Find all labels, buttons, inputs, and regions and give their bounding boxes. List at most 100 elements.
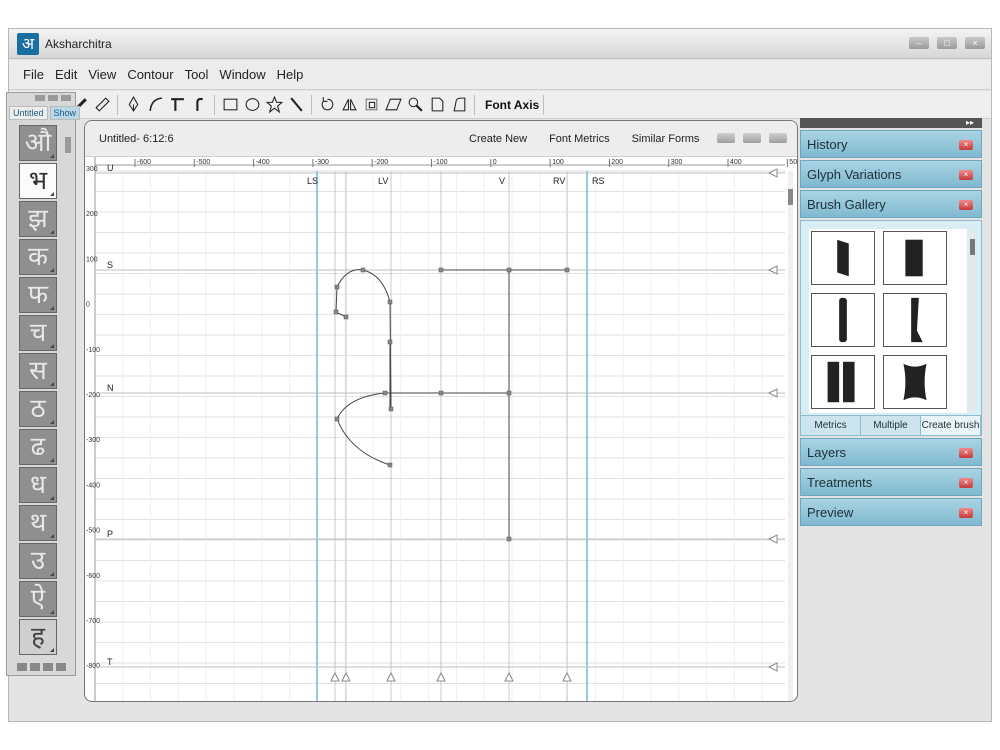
pen-nib-icon[interactable] (122, 94, 144, 116)
menu-window[interactable]: Window (219, 67, 265, 82)
line-icon[interactable] (285, 94, 307, 116)
rotate-icon[interactable] (316, 94, 338, 116)
guide-marker-icon[interactable] (767, 265, 778, 275)
tab-multiple[interactable]: Multiple (861, 416, 921, 435)
maximize-button[interactable]: □ (937, 37, 957, 49)
close-button[interactable]: × (965, 37, 985, 49)
guide-marker-icon[interactable] (767, 168, 778, 178)
glyph-variations-section[interactable]: Glyph Variations × (800, 160, 982, 188)
font-axis-button[interactable]: Font Axis (485, 98, 539, 112)
canvas-scrollbar[interactable] (788, 171, 793, 702)
font-metrics-link[interactable]: Font Metrics (549, 133, 610, 145)
editor-close-button[interactable] (769, 133, 787, 143)
delete-glyph-icon[interactable] (56, 663, 66, 671)
tab-untitled[interactable]: Untitled (9, 106, 48, 120)
guide-marker-icon[interactable] (767, 534, 778, 544)
export-icon[interactable] (43, 663, 53, 671)
control-point[interactable] (387, 462, 393, 468)
history-section[interactable]: History × (800, 130, 982, 158)
menu-file[interactable]: File (23, 67, 44, 82)
glyph-thumbnail[interactable]: ढ (19, 429, 57, 465)
mirror-icon[interactable] (338, 94, 360, 116)
glyph-thumbnail[interactable]: स (19, 353, 57, 389)
metric-marker-icon[interactable] (330, 671, 340, 682)
rectangle-icon[interactable] (219, 94, 241, 116)
control-point[interactable] (388, 406, 394, 412)
guide-marker-icon[interactable] (767, 662, 778, 672)
control-point[interactable] (438, 390, 444, 396)
close-history-icon[interactable]: × (959, 140, 973, 150)
control-point[interactable] (506, 390, 512, 396)
guide-marker-icon[interactable] (767, 388, 778, 398)
add-glyph-icon[interactable] (17, 663, 27, 671)
menu-tool[interactable]: Tool (185, 67, 209, 82)
hook-icon[interactable] (188, 94, 210, 116)
brush-gallery-section[interactable]: Brush Gallery × (800, 190, 982, 218)
panel-close-icon[interactable] (61, 95, 71, 101)
brush-thumbnail[interactable] (811, 293, 875, 347)
glyph-thumbnail[interactable]: ध (19, 467, 57, 503)
metric-marker-icon[interactable] (562, 671, 572, 682)
menu-view[interactable]: View (88, 67, 116, 82)
brush-thumbnail[interactable] (811, 355, 875, 409)
panel-minimize-icon[interactable] (35, 95, 45, 101)
menu-edit[interactable]: Edit (55, 67, 77, 82)
metric-marker-icon[interactable] (436, 671, 446, 682)
glyph-scrollbar[interactable] (65, 137, 71, 153)
skew-icon[interactable] (382, 94, 404, 116)
glyph-thumbnail[interactable]: क (19, 239, 57, 275)
metric-marker-icon[interactable] (386, 671, 396, 682)
control-point[interactable] (333, 309, 339, 315)
create-new-link[interactable]: Create New (469, 133, 527, 145)
glyph-thumbnail[interactable]: उ (19, 543, 57, 579)
tab-create-brush[interactable]: Create brush (921, 416, 981, 435)
glyph-thumbnail[interactable]: थ (19, 505, 57, 541)
editor-minimize-button[interactable] (717, 133, 735, 143)
tab-show[interactable]: Show (49, 106, 81, 120)
menu-help[interactable]: Help (277, 67, 304, 82)
tab-metrics[interactable]: Metrics (801, 416, 861, 435)
glyph-thumbnail[interactable]: झ (19, 201, 57, 237)
control-point[interactable] (334, 416, 340, 422)
page-icon[interactable] (426, 94, 448, 116)
control-point[interactable] (438, 267, 444, 273)
ellipse-icon[interactable] (241, 94, 263, 116)
control-point[interactable] (343, 314, 349, 320)
glyph-thumbnail[interactable]: फ (19, 277, 57, 313)
close-layers-icon[interactable]: × (959, 448, 973, 458)
close-treatments-icon[interactable]: × (959, 478, 973, 488)
control-point[interactable] (360, 267, 366, 273)
shape-icon[interactable] (448, 94, 470, 116)
brush-thumbnail[interactable] (811, 231, 875, 285)
close-glyph-variations-icon[interactable]: × (959, 170, 973, 180)
corner-t-icon[interactable] (166, 94, 188, 116)
chart-icon[interactable] (30, 663, 40, 671)
glyph-thumbnail[interactable]: ऐ (19, 581, 57, 617)
glyph-thumbnail[interactable]: औ (19, 125, 57, 161)
similar-forms-link[interactable]: Similar Forms (632, 133, 700, 145)
ruler-icon[interactable] (91, 94, 113, 116)
glyph-thumbnail[interactable]: ठ (19, 391, 57, 427)
minimize-button[interactable]: – (909, 37, 929, 49)
brush-gallery-scrollbar[interactable] (970, 231, 975, 411)
control-point[interactable] (382, 390, 388, 396)
preview-section[interactable]: Preview × (800, 498, 982, 526)
close-brush-gallery-icon[interactable]: × (959, 200, 973, 210)
control-point[interactable] (506, 536, 512, 542)
control-point[interactable] (387, 299, 393, 305)
brush-thumbnail[interactable] (883, 231, 947, 285)
glyph-canvas[interactable]: -600 -500 -400 -300 -200 -100 0 100 200 300 400 500… (85, 157, 798, 702)
transform-icon[interactable] (360, 94, 382, 116)
close-preview-icon[interactable]: × (959, 508, 973, 518)
control-point[interactable] (334, 284, 340, 290)
control-point[interactable] (564, 267, 570, 273)
glyph-thumbnail[interactable]: भ (19, 163, 57, 199)
editor-maximize-button[interactable] (743, 133, 761, 143)
panel-restore-icon[interactable] (48, 95, 58, 101)
glyph-thumbnail[interactable]: च (19, 315, 57, 351)
zoom-icon[interactable] (404, 94, 426, 116)
menu-contour[interactable]: Contour (127, 67, 173, 82)
control-point[interactable] (506, 267, 512, 273)
layers-section[interactable]: Layers × (800, 438, 982, 466)
curve-icon[interactable] (144, 94, 166, 116)
